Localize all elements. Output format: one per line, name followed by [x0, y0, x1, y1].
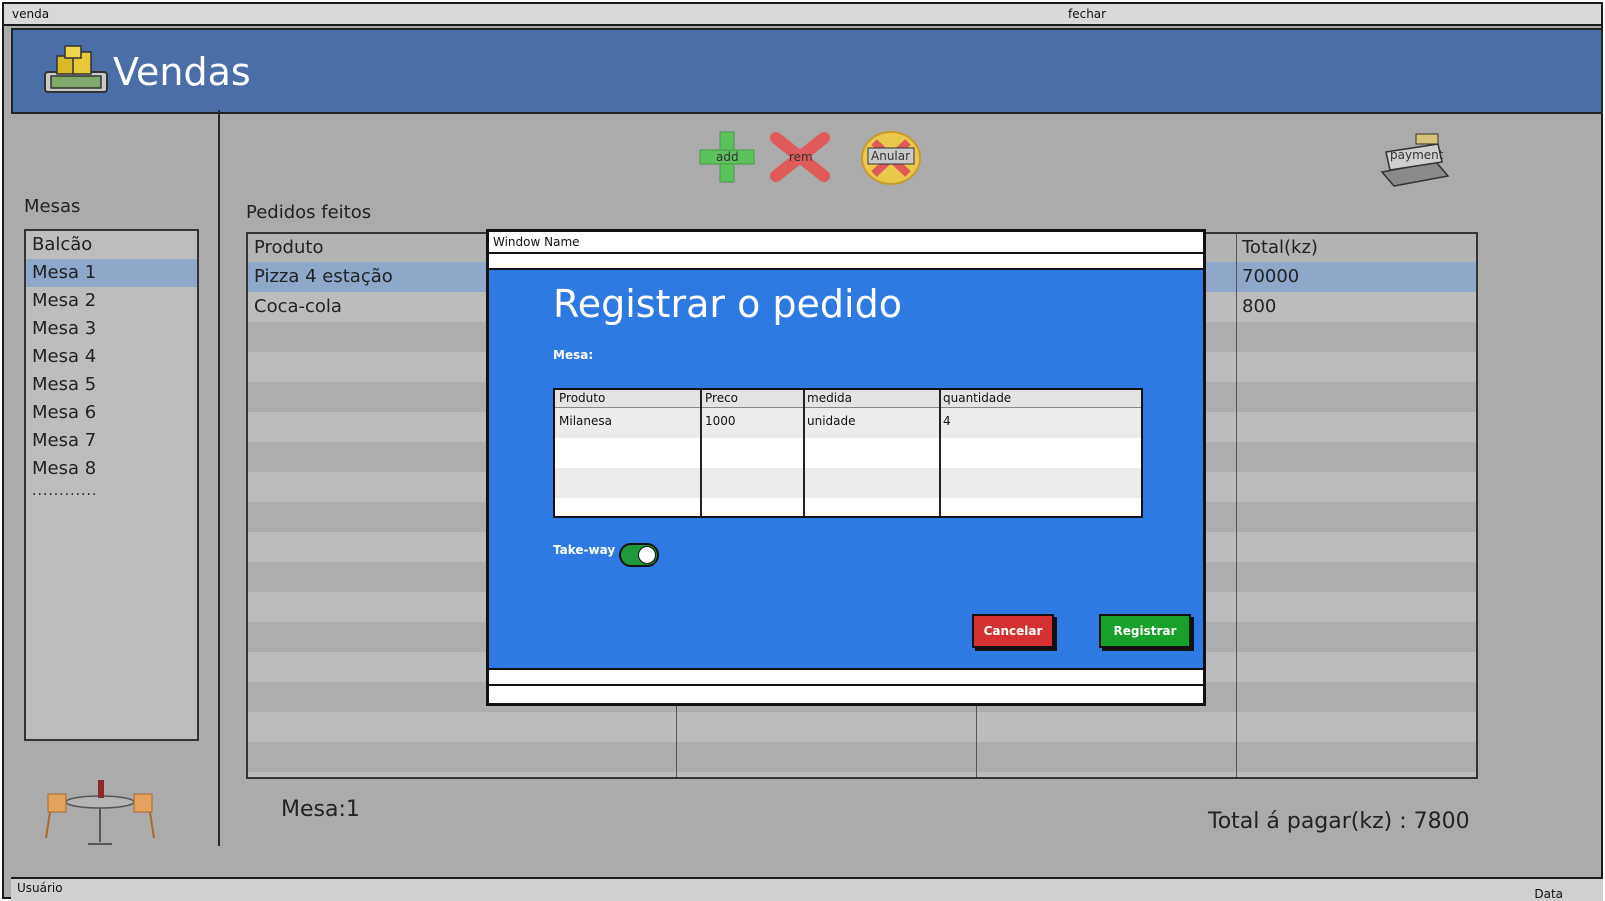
date-label: Data: [1534, 887, 1563, 901]
mesa-item-3[interactable]: Mesa 3: [26, 315, 197, 343]
status-bar: Usuário Data: [11, 877, 1603, 901]
pedidos-heading: Pedidos feitos: [246, 202, 372, 223]
item-produto: Milanesa: [559, 414, 612, 428]
total-to-pay: Total á pagar(kz) : 7800: [1208, 809, 1470, 834]
mesa-item-7[interactable]: Mesa 7: [26, 427, 197, 455]
column-divider: [939, 390, 941, 516]
rem-label: rem: [789, 150, 813, 164]
mesa-item-1[interactable]: Mesa 1: [26, 259, 197, 287]
mesas-heading: Mesas: [24, 196, 81, 217]
money-stack-icon: [44, 45, 108, 93]
item-preco: 1000: [705, 414, 736, 428]
item-medida: unidade: [807, 414, 856, 428]
remove-button[interactable]: rem: [770, 132, 830, 182]
payment-button[interactable]: payment: [1376, 132, 1456, 188]
anular-button[interactable]: Anular: [860, 130, 922, 186]
mesa-item-5[interactable]: Mesa 5: [26, 371, 197, 399]
dialog-mesa-label: Mesa:: [553, 348, 594, 362]
mesa-item-2[interactable]: Mesa 2: [26, 287, 197, 315]
order-produto: Coca-cola: [254, 296, 342, 317]
col-header-medida: medida: [807, 391, 852, 405]
table-row: [248, 742, 1476, 772]
close-link[interactable]: fechar: [1068, 7, 1106, 21]
order-total: 70000: [1242, 266, 1300, 287]
payment-label: payment: [1390, 148, 1444, 162]
mesa-item-6[interactable]: Mesa 6: [26, 399, 197, 427]
toggle-knob: [638, 546, 656, 564]
app-window: venda fechar Vendas add rem Anular payme…: [2, 2, 1603, 901]
column-divider: [1236, 234, 1237, 777]
restaurant-table-icon: [45, 780, 155, 845]
col-header-total[interactable]: Total(kz): [1242, 234, 1318, 263]
col-header-quantidade: quantidade: [943, 391, 1012, 405]
order-items-table: Produto Preco medida quantidade Milanesa…: [553, 388, 1143, 518]
window-title: venda: [12, 7, 50, 21]
mesa-item-8[interactable]: Mesa 8: [26, 455, 197, 483]
title-bar: venda fechar: [4, 4, 1601, 26]
register-button[interactable]: Registrar: [1099, 614, 1191, 648]
col-header-preco: Preco: [705, 391, 739, 405]
takeaway-toggle[interactable]: [619, 543, 659, 567]
col-header-produto: Produto: [559, 391, 606, 405]
app-title: Vendas: [113, 50, 251, 94]
table-row[interactable]: [555, 468, 1141, 498]
current-mesa: Mesa:1: [281, 797, 360, 822]
order-produto: Pizza 4 estação: [254, 266, 393, 287]
dialog-strip: [489, 254, 1203, 270]
register-order-dialog: Window Name Registrar o pedido Mesa: Pro…: [486, 229, 1206, 706]
cancel-button[interactable]: Cancelar: [972, 614, 1054, 648]
vertical-divider: [218, 110, 220, 846]
table-row[interactable]: [555, 438, 1141, 468]
column-divider: [700, 390, 702, 516]
mesa-item-4[interactable]: Mesa 4: [26, 343, 197, 371]
column-divider: [803, 390, 805, 516]
more-indicator: ............: [32, 483, 98, 499]
item-quantidade[interactable]: 4: [943, 414, 951, 428]
takeaway-label: Take-way: [553, 543, 616, 557]
dialog-body: Registrar o pedido Mesa: Produto Preco m…: [489, 270, 1203, 668]
user-label: Usuário: [17, 881, 63, 895]
order-total: 800: [1242, 296, 1277, 317]
mesas-list: Balcão Mesa 1 Mesa 2 Mesa 3 Mesa 4 Mesa …: [24, 229, 199, 741]
anular-label: Anular: [871, 149, 911, 163]
app-header: Vendas: [11, 28, 1603, 114]
mesa-item-balcao[interactable]: Balcão: [26, 231, 197, 259]
add-button[interactable]: add: [698, 130, 756, 184]
add-label: add: [716, 150, 739, 164]
col-header-produto[interactable]: Produto: [254, 234, 323, 263]
dialog-strip: [489, 668, 1203, 686]
dialog-heading: Registrar o pedido: [553, 282, 902, 326]
dialog-title-bar: Window Name: [489, 232, 1203, 254]
table-row: [248, 712, 1476, 742]
